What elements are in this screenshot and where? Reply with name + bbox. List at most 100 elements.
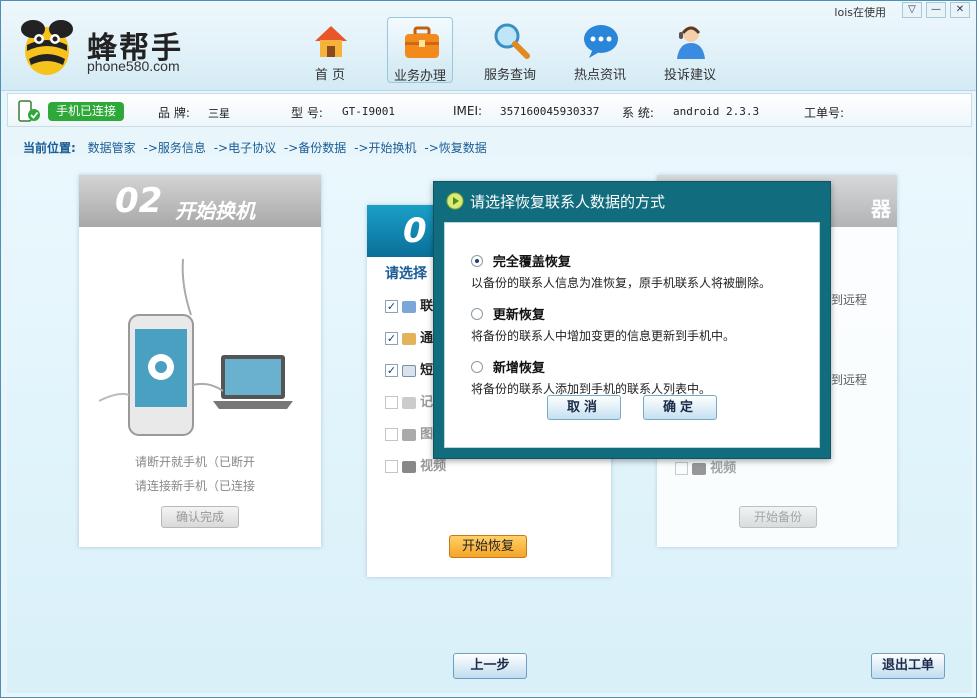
step3-item-label: 联 [420, 299, 434, 314]
close-button[interactable]: ✕ [950, 2, 970, 18]
breadcrumb-item[interactable]: ->备份数据 [284, 141, 346, 155]
step3-item-label: 通 [420, 331, 434, 346]
notes-checkbox[interactable] [385, 396, 398, 409]
previous-step-button[interactable]: 上一步 [453, 653, 527, 679]
step4-item-video[interactable]: 视频 [675, 457, 737, 476]
option-title: 完全覆盖恢复 [492, 255, 571, 270]
nav-business[interactable]: 业务办理 [387, 17, 453, 84]
device-info-bar: 手机已连接 品 牌: 三星 型 号: GT-I9001 IMEI: 357160… [7, 93, 972, 127]
step3-item-label: 短 [420, 363, 434, 378]
home-icon [315, 26, 347, 57]
dialog-title: 请选择恢复联系人数据的方式 [470, 193, 666, 211]
step2-title: 开始换机 [175, 199, 255, 223]
sms-checkbox[interactable]: ✓ [385, 364, 398, 377]
breadcrumb-item[interactable]: ->恢复数据 [424, 141, 486, 155]
breadcrumb: 当前位置: 数据管家 ->服务信息 ->电子协议 ->备份数据 ->开始换机 -… [23, 139, 487, 156]
pictures-checkbox[interactable] [385, 428, 398, 441]
play-circle-icon [446, 192, 464, 210]
breadcrumb-item[interactable]: ->开始换机 [354, 141, 416, 155]
step3-item-calls[interactable]: ✓ 通 [385, 327, 434, 346]
video-icon [402, 460, 416, 473]
imei-value: 357160045930337 [500, 105, 600, 118]
step2-header: 02 开始换机 [79, 175, 321, 227]
step2-note-connect: 请连接新手机（已连接 [135, 479, 256, 493]
step3-item-notes[interactable]: 记 [385, 391, 434, 410]
user-status: lois在使用 [834, 6, 886, 19]
step3-item-pictures[interactable]: 图 [385, 423, 434, 442]
header: 蜂帮手 phone580.com 首 页 业务办理 服务查询 热点资讯 投诉建议… [1, 1, 976, 91]
chat-bubble-icon [584, 25, 618, 58]
picture-icon [402, 428, 416, 441]
app-window: 蜂帮手 phone580.com 首 页 业务办理 服务查询 热点资讯 投诉建议… [0, 0, 977, 698]
option-desc: 将备份的联系人中增加变更的信息更新到手机中。 [471, 329, 736, 343]
nav-service-query-label: 服务查询 [483, 68, 536, 83]
step2-note-disconnect: 请断开就手机（已断开 [135, 455, 256, 469]
phone-connected-icon [18, 100, 40, 122]
video-checkbox[interactable] [385, 460, 398, 473]
option-append[interactable]: 新增恢复 将备份的联系人添加到手机的联系人列表中。 [471, 357, 711, 397]
restore-mode-dialog: 请选择恢复联系人数据的方式 完全覆盖恢复 以备份的联系人信息为准恢复，原手机联系… [433, 181, 831, 459]
magnifier-icon [494, 23, 530, 59]
option-desc: 以备份的联系人信息为准恢复，原手机联系人将被删除。 [471, 276, 772, 290]
system-value: android 2.3.3 [673, 105, 760, 118]
nav-complaint[interactable]: 投诉建议 [657, 17, 723, 83]
cancel-button[interactable]: 取消 [547, 395, 621, 420]
start-restore-button[interactable]: 开始恢复 [449, 535, 527, 558]
ticket-label: 工单号: [804, 106, 845, 120]
nav-home[interactable]: 首 页 [297, 17, 363, 83]
envelope-icon [402, 364, 416, 377]
nav-complaint-label: 投诉建议 [663, 68, 716, 83]
brand-label: 品 牌: [158, 106, 190, 120]
step3-item-label: 图 [420, 427, 434, 442]
support-agent-icon [677, 26, 705, 59]
confirm-complete-button[interactable]: 确认完成 [161, 506, 239, 528]
step4-video-label: 视频 [710, 461, 737, 476]
nav-home-label: 首 页 [314, 68, 346, 83]
step3-item-label: 视频 [420, 459, 447, 474]
imei-label: IMEI: [453, 104, 483, 118]
brand-value: 三星 [208, 107, 230, 120]
option-title: 更新恢复 [492, 308, 545, 323]
video-icon [692, 462, 706, 475]
notes-icon [402, 396, 416, 409]
breadcrumb-lead: 当前位置: [23, 141, 76, 155]
contacts-icon [402, 300, 416, 313]
briefcase-icon [405, 26, 439, 58]
system-label: 系 统: [622, 106, 654, 120]
start-backup-button[interactable]: 开始备份 [739, 506, 817, 528]
step3-number: 0 [403, 211, 427, 251]
nav-business-label: 业务办理 [393, 69, 446, 84]
append-radio[interactable] [471, 360, 483, 373]
minimize-button[interactable]: — [926, 2, 946, 18]
call-log-icon [402, 332, 416, 345]
menu-button[interactable]: ▽ [902, 2, 922, 18]
breadcrumb-item[interactable]: 数据管家 [88, 141, 136, 155]
nav-service-query[interactable]: 服务查询 [477, 17, 543, 83]
model-label: 型 号: [291, 106, 323, 120]
step4-video-checkbox[interactable] [675, 462, 688, 475]
update-radio[interactable] [471, 307, 483, 320]
contacts-checkbox[interactable]: ✓ [385, 300, 398, 313]
phone-switch-illustration-icon [99, 258, 293, 436]
step3-item-sms[interactable]: ✓ 短 [385, 359, 434, 378]
option-update[interactable]: 更新恢复 将备份的联系人中增加变更的信息更新到手机中。 [471, 304, 735, 344]
nav-hot-news-label: 热点资讯 [573, 68, 626, 83]
step3-select-label: 请选择 [385, 266, 427, 282]
option-title: 新增恢复 [492, 361, 545, 376]
brand-url: phone580.com [87, 58, 180, 74]
breadcrumb-item[interactable]: ->电子协议 [214, 141, 276, 155]
option-full-overwrite[interactable]: 完全覆盖恢复 以备份的联系人信息为准恢复，原手机联系人将被删除。 [471, 251, 771, 291]
bee-logo-icon [21, 20, 73, 75]
step3-item-label: 记 [420, 395, 434, 410]
full-overwrite-radio[interactable] [471, 254, 483, 267]
step3-item-contacts[interactable]: ✓ 联 [385, 295, 434, 314]
dialog-body: 完全覆盖恢复 以备份的联系人信息为准恢复，原手机联系人将被删除。 更新恢复 将备… [444, 222, 820, 448]
step2-number: 02 [115, 181, 163, 221]
step2-card: 02 开始换机 请断开就手机（已断开 请连接新手机（已连接 确认完成 [79, 175, 321, 547]
nav-hot-news[interactable]: 热点资讯 [567, 17, 633, 83]
breadcrumb-item[interactable]: ->服务信息 [143, 141, 205, 155]
ok-button[interactable]: 确定 [643, 395, 717, 420]
exit-ticket-button[interactable]: 退出工单 [871, 653, 945, 679]
calls-checkbox[interactable]: ✓ [385, 332, 398, 345]
step4-title-fragment: 器 [871, 197, 891, 221]
